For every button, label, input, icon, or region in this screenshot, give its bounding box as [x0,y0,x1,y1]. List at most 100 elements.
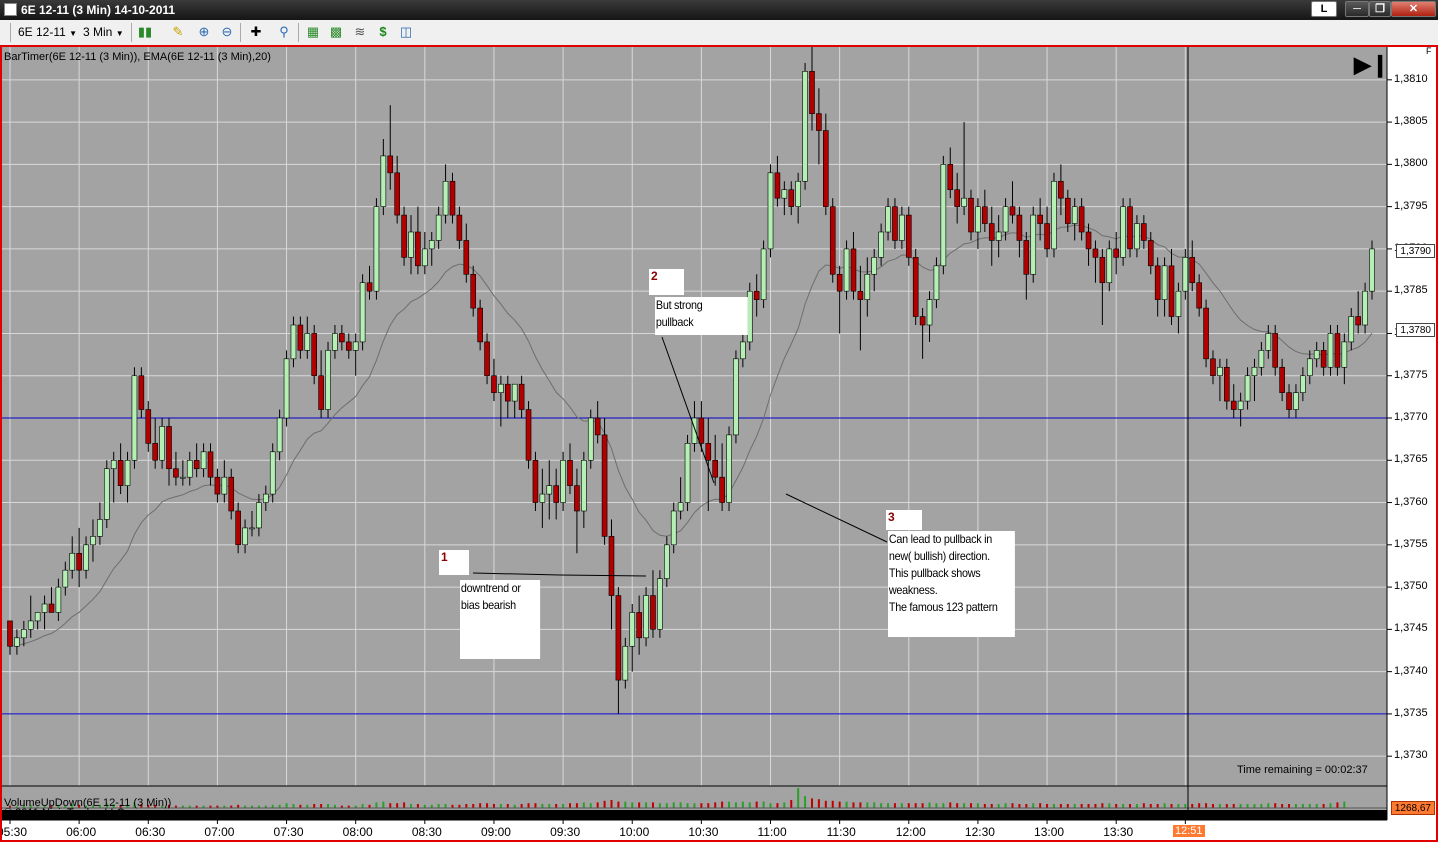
volume-bar [997,804,1000,808]
indicators-icon[interactable]: ≋ [352,24,368,40]
chevron-down-icon: ▼ [69,29,78,38]
candle-up [657,578,663,630]
pencil-draw-icon[interactable]: ✎ [170,24,186,40]
candle-up [283,358,290,419]
time-label: 13:00 [1034,825,1065,839]
time-label: 11:00 [757,825,787,839]
candle-down [1085,231,1092,250]
volume-bar [327,804,330,808]
volume-bar [665,803,668,808]
note-number-2: 2 [649,269,684,295]
volume-bar [880,803,883,808]
bar-type-icon[interactable]: ▮▮ [137,24,153,40]
chart-properties-icon[interactable]: ▩ [328,24,344,40]
volume-bar [852,802,855,808]
candle-down [601,434,608,537]
volume-bar [686,803,689,808]
volume-bar [1260,804,1263,808]
candle-up [933,265,940,300]
chart-toolbar: 6E 12-11 ▼ 3 Min ▼ ▮▮ ✎ ⊕ ⊖ ✚ ⚲ ▦ ▩ ≋ $ … [0,20,1438,46]
candle-up [733,358,739,436]
candle-up [961,197,967,207]
volume-bar [444,804,447,808]
minimize-button[interactable]: ─ [1345,1,1369,17]
close-button[interactable]: ✕ [1391,1,1436,17]
volume-bar [804,796,807,808]
candle-up [995,231,1002,241]
candle-up [878,231,884,258]
volume-bar [638,802,641,808]
window-titlebar[interactable]: 6E 12-11 (3 Min) 14-10-2011 L ─ ❐ ✕ [0,0,1438,20]
candle-down [456,214,463,241]
volume-bar [589,803,592,808]
volume-bar [755,801,758,808]
volume-bar [520,804,523,808]
candle-down [166,426,172,470]
volume-bar [534,803,537,808]
candle-down [117,459,124,486]
candle-up [1306,358,1313,377]
volume-bar [790,800,793,808]
volume-value-marker: 1268,67 [1390,801,1435,815]
candle-down [1064,197,1071,224]
candle-up [975,206,981,233]
candle-down [1009,206,1016,216]
volume-bar [928,802,931,808]
strategies-icon[interactable]: $ [375,24,391,40]
candle-down [615,595,622,681]
volume-bar [893,803,896,808]
volume-bar [292,804,295,808]
candle-down [173,468,179,478]
candle-down [1168,265,1175,317]
instrument-selector[interactable]: 6E 12-11 ▼ [18,24,77,41]
candle-up [27,620,34,630]
interval-selector[interactable]: 3 Min ▼ [83,24,124,41]
candle-up [498,383,504,393]
candle-down [574,485,580,512]
volume-bar [748,802,751,808]
candle-down [712,459,718,478]
magnifier-icon[interactable]: ⚲ [276,24,292,40]
restore-icon: ❐ [1375,3,1385,15]
scroll-to-end-icon[interactable]: ▶❙ [1354,52,1389,78]
candle-up [629,612,636,647]
volume-bar [1156,804,1159,808]
candle-down [905,214,912,258]
volume-bar [776,803,779,808]
volume-bar [361,804,364,808]
volume-bar [1343,801,1346,808]
language-button[interactable]: L [1311,1,1337,17]
candle-down [463,240,470,275]
candle-up [110,459,117,470]
candle-down [1189,257,1196,284]
price-label: 1,3770 [1394,411,1428,423]
candle-up [41,603,48,613]
volume-bar [1066,804,1069,808]
copyright-label: © 2011 NinjaTrader, LLC [4,807,125,819]
candle-down [1203,307,1209,360]
candle-down [1099,257,1106,284]
candle-up [1293,392,1299,410]
candle-down [1355,316,1361,326]
price-chart[interactable] [0,45,1438,842]
candle-down [719,476,725,503]
zoom-out-icon[interactable]: ⊖ [219,24,235,40]
candle-down [152,443,158,461]
candle-up [760,248,767,300]
data-box-icon[interactable]: ▦ [305,24,321,40]
chart-trader-icon[interactable]: ◫ [398,24,414,40]
candle-down [636,612,642,639]
minimize-icon: ─ [1353,3,1361,15]
volume-bar [797,788,800,808]
crosshair-icon[interactable]: ✚ [248,24,264,40]
volume-bar [1288,804,1291,808]
restore-button[interactable]: ❐ [1369,1,1391,17]
candle-down [491,375,497,393]
candle-up [55,586,62,613]
volume-bar [624,801,627,808]
panel-tag[interactable]: F [1424,46,1434,56]
zoom-in-icon[interactable]: ⊕ [196,24,212,40]
candle-up [1237,400,1244,410]
candle-up [843,248,850,292]
volume-bar [1336,802,1339,808]
